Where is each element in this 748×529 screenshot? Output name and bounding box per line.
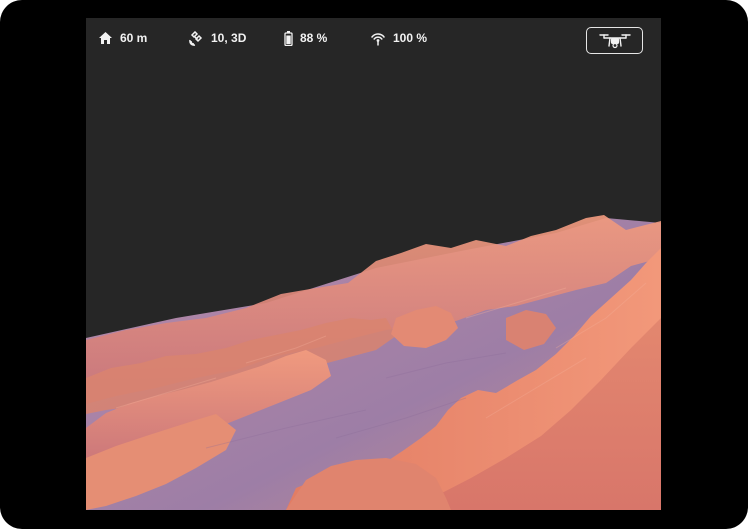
battery-status: 88 % [284, 30, 327, 46]
signal-icon [371, 32, 385, 45]
tablet-frame: 60 m 10, 3D 88 % 100 % [0, 0, 748, 529]
signal-value: 100 % [393, 31, 428, 45]
terrain-3d-view [86, 215, 661, 510]
gps-value: 10, 3D [211, 31, 247, 45]
gps-status: 10, 3D [189, 30, 246, 46]
drone-view-button[interactable] [586, 27, 643, 54]
battery-value: 88 % [300, 31, 328, 45]
signal-status: 100 % [370, 30, 427, 46]
status-bar: 60 m 10, 3D 88 % 100 % [86, 18, 661, 58]
camera-view[interactable]: 60 m 10, 3D 88 % 100 % [86, 18, 661, 510]
satellite-icon [189, 30, 203, 46]
battery-icon [284, 30, 293, 46]
drone-icon [598, 33, 631, 48]
home-icon [99, 32, 112, 44]
altitude-value: 60 m [120, 31, 148, 45]
altitude-status: 60 m [98, 30, 147, 46]
